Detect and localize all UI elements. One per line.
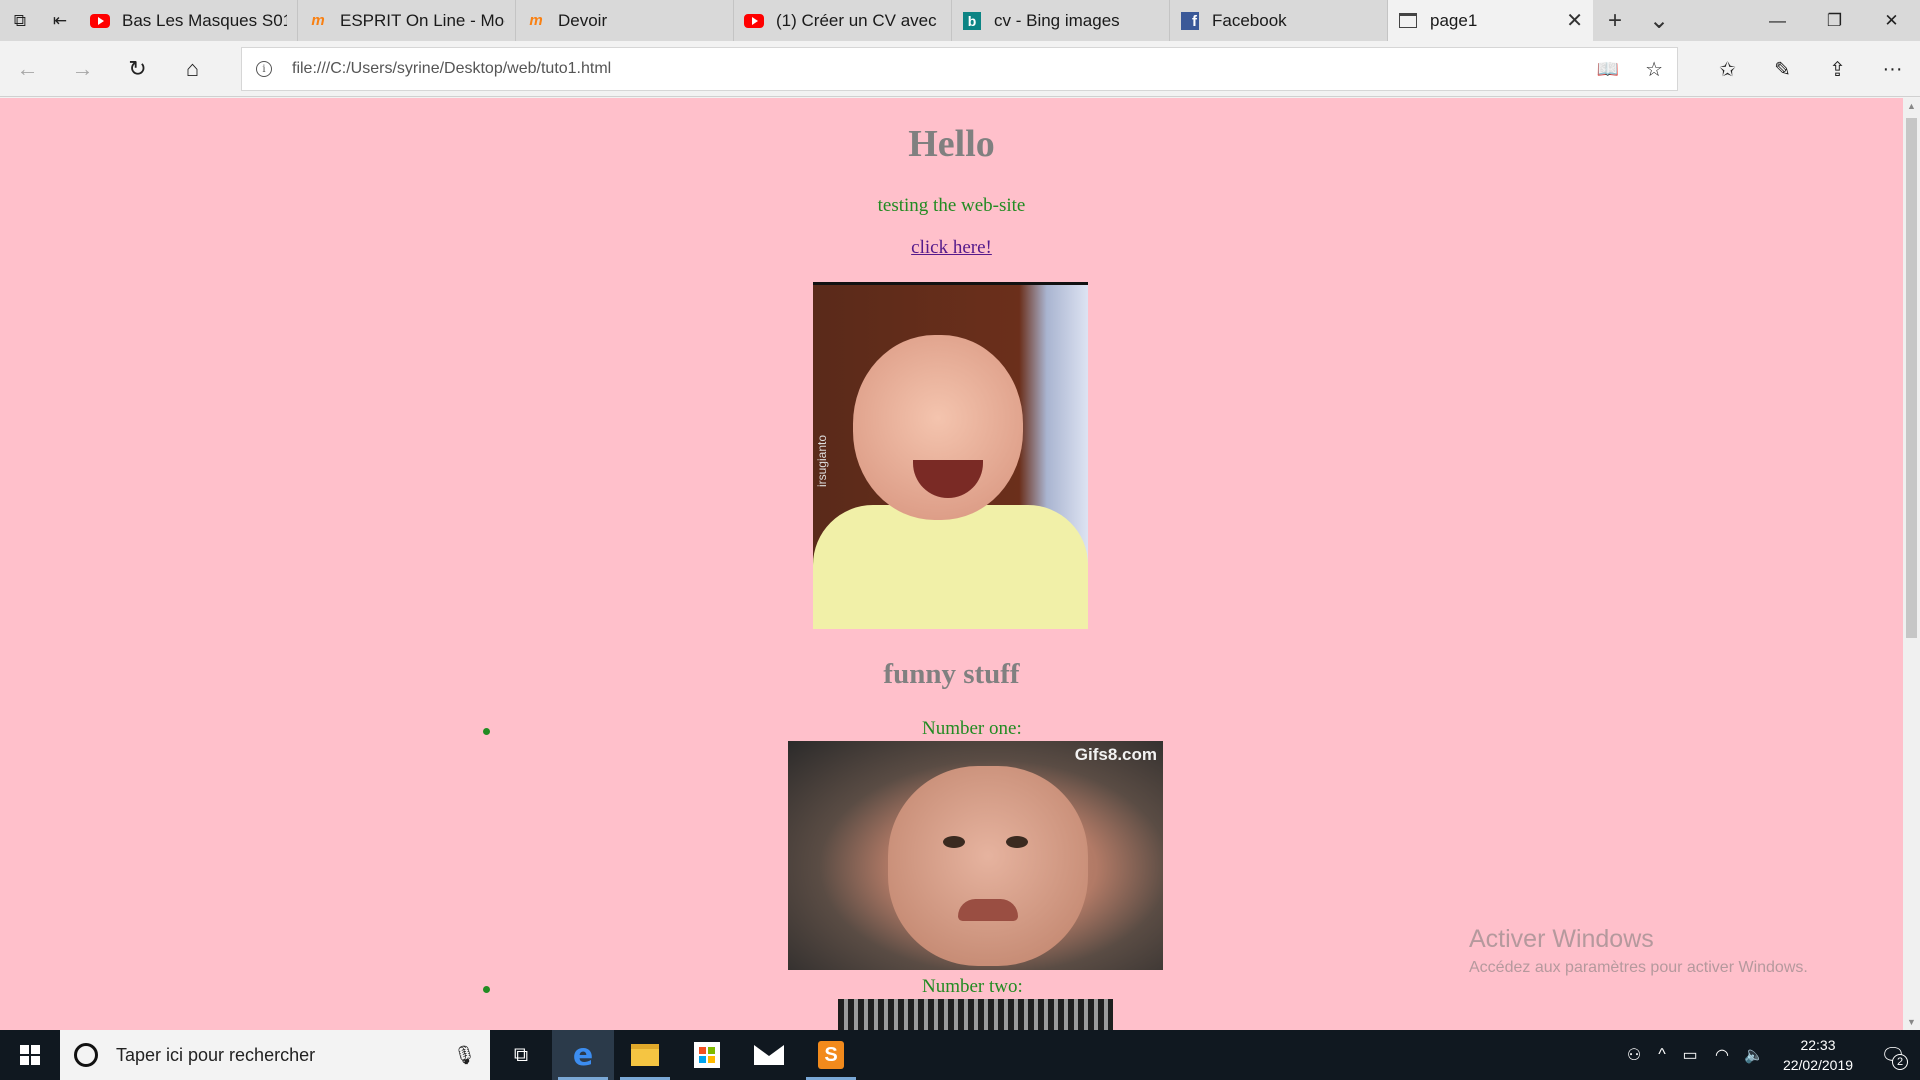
page-viewport: Hello testing the web-site click here! i…	[0, 98, 1903, 1030]
folder-icon	[631, 1044, 659, 1066]
scrollbar-thumb[interactable]	[1906, 118, 1917, 638]
wifi-icon[interactable]: ◠	[1706, 1045, 1738, 1065]
taskbar-search[interactable]: Taper ici pour rechercher 🎙	[60, 1030, 490, 1080]
taskbar-edge[interactable]: e	[552, 1030, 614, 1080]
start-button[interactable]	[0, 1030, 60, 1080]
back-icon[interactable]: ←	[0, 41, 55, 97]
moodle-icon: m	[311, 12, 325, 29]
list-item-label: Number one:	[922, 718, 1022, 739]
list-bullet	[483, 986, 490, 993]
page-icon	[1398, 11, 1418, 31]
restore-icon[interactable]: ❐	[1806, 0, 1863, 41]
tab-youtube-bas-les-masques[interactable]: Bas Les Masques S01 Ep	[80, 0, 298, 41]
tab-label: ESPRIT On Line - Mood	[340, 10, 505, 30]
bing-icon: b	[962, 11, 982, 31]
store-icon	[694, 1042, 720, 1068]
taskbar-mail[interactable]	[738, 1030, 800, 1080]
facebook-icon: f	[1180, 11, 1200, 31]
scroll-up-icon[interactable]: ▲	[1903, 98, 1920, 114]
crying-baby-image: Gifs8.com	[788, 741, 1163, 970]
clock-date: 22/02/2019	[1782, 1057, 1854, 1073]
system-tray: ⚇ ^ ▭ ◠ 🔈 22:33 22/02/2019 🗨 2	[1618, 1030, 1920, 1080]
task-view-icon: ⧉	[513, 1043, 529, 1066]
taskbar-sublime-text[interactable]: S	[800, 1030, 862, 1080]
address-bar[interactable]: i file:///C:/Users/syrine/Desktop/web/tu…	[241, 47, 1678, 91]
section-heading: funny stuff	[883, 658, 1020, 690]
laughing-baby-image: irsugianto	[813, 282, 1088, 629]
click-here-link[interactable]: click here!	[911, 237, 992, 258]
set-tabs-aside-icon[interactable]: ⇤	[40, 0, 80, 41]
tab-youtube-creer-cv[interactable]: (1) Créer un CV avec HT	[734, 0, 952, 41]
favorite-star-icon[interactable]: ☆	[1645, 57, 1663, 82]
cortana-icon[interactable]	[74, 1043, 98, 1067]
notification-count-badge: 2	[1892, 1054, 1908, 1070]
people-icon[interactable]: ⚇	[1618, 1045, 1650, 1065]
volume-icon[interactable]: 🔈	[1738, 1045, 1770, 1065]
image-watermark: Gifs8.com	[1074, 745, 1157, 764]
favorites-icon[interactable]: ✩	[1700, 41, 1755, 97]
window-controls: — ❐ ✕	[1749, 0, 1920, 41]
windows-logo-icon	[20, 1045, 40, 1065]
scroll-down-icon[interactable]: ▼	[1903, 1014, 1920, 1030]
forward-icon[interactable]: →	[55, 41, 110, 97]
battery-icon[interactable]: ▭	[1674, 1045, 1706, 1065]
tab-bing-images[interactable]: b cv - Bing images	[952, 0, 1170, 41]
close-tab-icon[interactable]: ✕	[1566, 8, 1583, 33]
home-icon[interactable]: ⌂	[165, 41, 220, 97]
browser-toolbar: ✩ ✎ ⇪ ···	[1700, 41, 1920, 97]
more-icon[interactable]: ···	[1865, 41, 1920, 97]
taskbar-file-explorer[interactable]	[614, 1030, 676, 1080]
youtube-icon	[744, 11, 764, 31]
action-center-button[interactable]: 🗨 2	[1866, 1030, 1920, 1080]
taskbar: Taper ici pour rechercher 🎙 ⧉ e S ⚇ ^ ▭ …	[0, 1030, 1920, 1080]
tab-devoir[interactable]: m Devoir	[516, 0, 734, 41]
sublime-text-icon: S	[818, 1041, 844, 1069]
show-hidden-icons-chevron-icon[interactable]: ^	[1650, 1046, 1674, 1064]
refresh-icon[interactable]: ↻	[110, 41, 165, 97]
share-icon[interactable]: ⇪	[1810, 41, 1865, 97]
image-watermark: irsugianto	[815, 435, 829, 488]
edge-icon: e	[572, 1037, 594, 1073]
tab-manager-icon[interactable]: ⧉	[0, 0, 40, 41]
new-tab-icon[interactable]: +	[1593, 0, 1637, 41]
minimize-icon[interactable]: —	[1749, 0, 1806, 41]
third-image	[838, 999, 1113, 1030]
mail-icon	[754, 1045, 784, 1065]
task-view-button[interactable]: ⧉	[490, 1030, 552, 1080]
tab-label: Devoir	[558, 10, 608, 30]
link-wrapper: click here!	[0, 237, 1903, 259]
list-bullet	[483, 728, 490, 735]
youtube-icon	[90, 11, 110, 31]
search-placeholder[interactable]: Taper ici pour rechercher	[116, 1045, 315, 1066]
tab-list-chevron-icon[interactable]: ⌄	[1637, 0, 1681, 41]
tab-bar: ⧉ ⇤ Bas Les Masques S01 Ep m ESPRIT On L…	[0, 0, 1920, 41]
tab-label: cv - Bing images	[994, 10, 1120, 30]
page-heading: Hello	[908, 123, 995, 165]
moodle-icon: m	[529, 12, 543, 29]
pen-icon[interactable]: ✎	[1755, 41, 1810, 97]
tab-label: (1) Créer un CV avec HT	[776, 10, 941, 30]
clock-time: 22:33	[1800, 1037, 1836, 1053]
tab-label: Bas Les Masques S01 Ep	[122, 10, 287, 30]
tab-label: page1	[1430, 10, 1478, 30]
address-url[interactable]: file:///C:/Users/syrine/Desktop/web/tuto…	[292, 60, 611, 78]
taskbar-store[interactable]	[676, 1030, 738, 1080]
tab-page1[interactable]: page1 ✕	[1388, 0, 1593, 41]
clock[interactable]: 22:33 22/02/2019	[1770, 1035, 1866, 1075]
tab-facebook[interactable]: f Facebook	[1170, 0, 1388, 41]
list-item-label: Number two:	[922, 976, 1023, 997]
microphone-icon[interactable]: 🎙	[453, 1045, 476, 1066]
activate-windows-subtitle: Accédez aux paramètres pour activer Wind…	[1469, 959, 1808, 976]
navigation-bar: ← → ↻ ⌂ i file:///C:/Users/syrine/Deskto…	[0, 41, 1920, 97]
activate-windows-title: Activer Windows	[1469, 925, 1654, 953]
vertical-scrollbar[interactable]: ▲ ▼	[1903, 98, 1920, 1030]
close-window-icon[interactable]: ✕	[1863, 0, 1920, 41]
tab-esprit-online[interactable]: m ESPRIT On Line - Mood	[298, 0, 516, 41]
reading-view-icon[interactable]: 📖	[1597, 59, 1619, 80]
page-subtitle: testing the web-site	[877, 195, 1026, 216]
site-info-icon[interactable]: i	[256, 61, 272, 77]
tab-label: Facebook	[1212, 10, 1287, 30]
